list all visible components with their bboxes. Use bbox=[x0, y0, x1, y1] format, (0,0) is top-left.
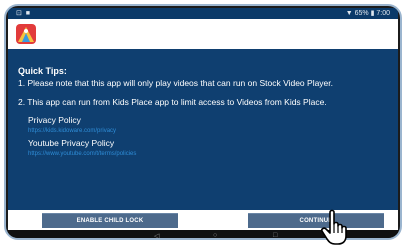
privacy-policy-title: Privacy Policy bbox=[28, 115, 81, 125]
home-nav-icon[interactable]: ○ bbox=[213, 232, 217, 238]
enable-child-lock-button[interactable]: ENABLE CHILD LOCK bbox=[42, 213, 178, 228]
continue-button[interactable]: CONTINUE bbox=[248, 213, 384, 228]
youtube-privacy-policy-title: Youtube Privacy Policy bbox=[28, 138, 115, 148]
youtube-privacy-policy-section: Youtube Privacy Policy https://www.youtu… bbox=[28, 138, 388, 158]
status-bar-right-info: ▼ 65% ▮ 7:00 bbox=[345, 10, 390, 17]
youtube-privacy-policy-link[interactable]: https://www.youtube.com/t/terms/policies bbox=[28, 150, 388, 158]
app-bar bbox=[8, 19, 398, 49]
tip-1: 1. Please note that this app will only p… bbox=[18, 78, 334, 88]
tips-title: Quick Tips: bbox=[18, 66, 67, 76]
privacy-policy-section: Privacy Policy https://kids.kidoware.com… bbox=[28, 115, 388, 135]
status-bar-left-icons: ⊡ ■ bbox=[16, 10, 32, 17]
device-frame: ⊡ ■ ▼ 65% ▮ 7:00 Quick Tips: 1. Please n… bbox=[4, 4, 402, 240]
tip-2: 2. This app can run from Kids Place app … bbox=[18, 97, 327, 107]
tips-content: Quick Tips: 1. Please note that this app… bbox=[8, 49, 398, 210]
app-icon bbox=[16, 24, 36, 44]
hand-pointer-cursor-icon bbox=[317, 208, 355, 246]
back-nav-icon[interactable]: ◁ bbox=[154, 232, 159, 238]
recent-apps-nav-icon[interactable]: □ bbox=[273, 232, 277, 238]
status-bar: ⊡ ■ ▼ 65% ▮ 7:00 bbox=[8, 8, 398, 19]
privacy-policy-link[interactable]: https://kids.kidoware.com/privacy bbox=[28, 127, 388, 135]
